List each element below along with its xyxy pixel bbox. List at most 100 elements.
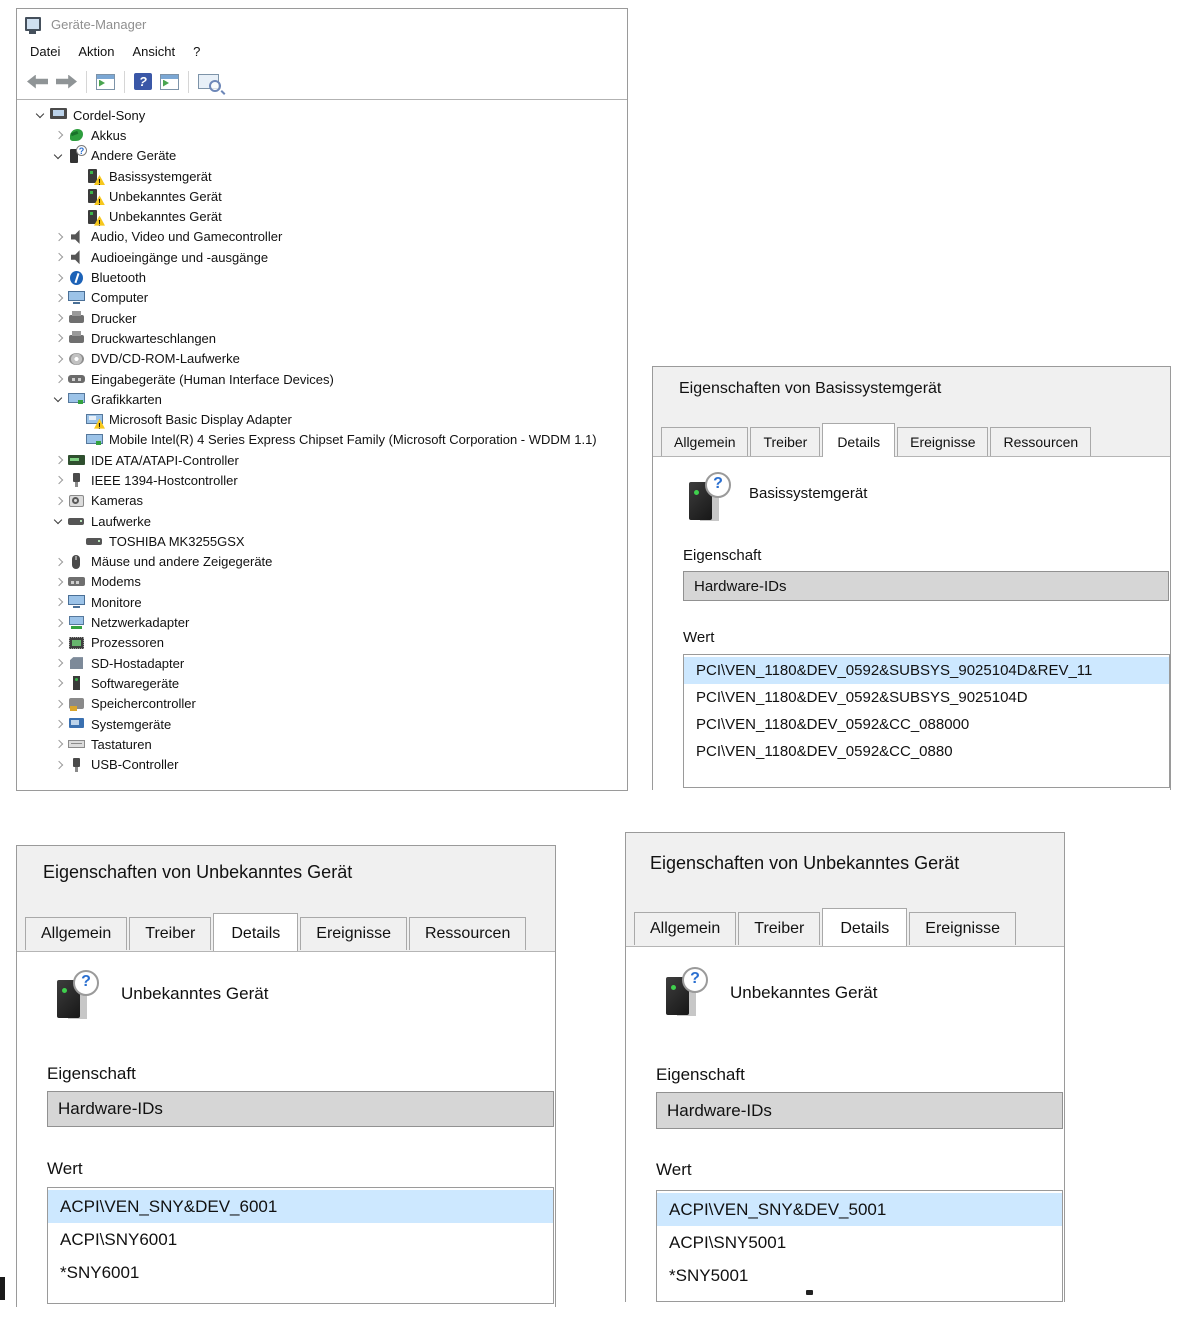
- tree-item[interactable]: Audio, Video und Gamecontroller: [17, 227, 627, 247]
- hardware-id-value[interactable]: PCI\VEN_1180&DEV_0592&SUBSYS_9025104D: [684, 684, 1169, 711]
- tree-item[interactable]: Mäuse und andere Zeigegeräte: [17, 552, 627, 572]
- tab-allgemein[interactable]: Allgemein: [634, 912, 736, 945]
- tab-ressourcen[interactable]: Ressourcen: [990, 427, 1091, 456]
- tab-treiber[interactable]: Treiber: [129, 917, 211, 950]
- menu-item-ansicht[interactable]: Ansicht: [124, 41, 185, 62]
- chevron-right-icon[interactable]: [49, 654, 68, 672]
- tree-item[interactable]: Mobile Intel(R) 4 Series Express Chipset…: [17, 430, 627, 450]
- menu-item-help[interactable]: ?: [184, 41, 209, 62]
- chevron-right-icon[interactable]: [49, 634, 68, 652]
- help-icon[interactable]: [130, 71, 156, 92]
- tree-item[interactable]: Monitore: [17, 592, 627, 612]
- chevron-down-icon[interactable]: [31, 106, 50, 124]
- hardware-id-value[interactable]: PCI\VEN_1180&DEV_0592&CC_0880: [684, 738, 1169, 765]
- chevron-right-icon[interactable]: [49, 492, 68, 510]
- chevron-right-icon[interactable]: [49, 471, 68, 489]
- back-icon[interactable]: [23, 73, 52, 91]
- menu-item-aktion[interactable]: Aktion: [69, 41, 123, 62]
- tab-details[interactable]: Details: [213, 913, 298, 951]
- forward-icon[interactable]: [52, 73, 81, 91]
- printer-icon: [68, 310, 85, 326]
- chevron-right-icon[interactable]: [49, 269, 68, 287]
- console-window-icon[interactable]: [92, 72, 119, 92]
- tree-item-label: Audioeingänge und -ausgänge: [91, 250, 268, 265]
- tree-item[interactable]: Akkus: [17, 125, 627, 145]
- tree-item[interactable]: Unbekanntes Gerät: [17, 206, 627, 226]
- hardware-id-value[interactable]: *SNY6001: [48, 1256, 553, 1289]
- hardware-id-value[interactable]: ACPI\VEN_SNY&DEV_5001: [657, 1193, 1062, 1226]
- property-combobox[interactable]: Hardware-IDs: [47, 1091, 554, 1127]
- chevron-right-icon[interactable]: [49, 248, 68, 266]
- chevron-right-icon[interactable]: [49, 715, 68, 733]
- tab-ereignisse[interactable]: Ereignisse: [897, 427, 988, 456]
- scan-hardware-changes-icon[interactable]: [194, 72, 229, 91]
- chevron-right-icon[interactable]: [49, 695, 68, 713]
- chevron-right-icon[interactable]: [49, 735, 68, 753]
- tree-item[interactable]: Basissystemgerät: [17, 166, 627, 186]
- tree-item[interactable]: Computer: [17, 288, 627, 308]
- chevron-right-icon[interactable]: [49, 126, 68, 144]
- tree-item[interactable]: Grafikkarten: [17, 389, 627, 409]
- property-combobox[interactable]: Hardware-IDs: [683, 571, 1169, 601]
- tree-item[interactable]: Prozessoren: [17, 633, 627, 653]
- tree-item[interactable]: IDE ATA/ATAPI-Controller: [17, 450, 627, 470]
- tree-item[interactable]: SD-Hostadapter: [17, 653, 627, 673]
- tree-item[interactable]: TOSHIBA MK3255GSX: [17, 531, 627, 551]
- tree-item[interactable]: Eingabegeräte (Human Interface Devices): [17, 369, 627, 389]
- chevron-right-icon[interactable]: [49, 451, 68, 469]
- tree-item[interactable]: Microsoft Basic Display Adapter: [17, 409, 627, 429]
- hardware-id-value[interactable]: ACPI\SNY5001: [657, 1226, 1062, 1259]
- tree-item[interactable]: Systemgeräte: [17, 714, 627, 734]
- tree-item[interactable]: Modems: [17, 572, 627, 592]
- hardware-id-value[interactable]: *SNY5001: [657, 1259, 1062, 1292]
- tree-item[interactable]: Kameras: [17, 491, 627, 511]
- hardware-id-value[interactable]: ACPI\SNY6001: [48, 1223, 553, 1256]
- hardware-id-value[interactable]: PCI\VEN_1180&DEV_0592&SUBSYS_9025104D&RE…: [684, 657, 1169, 684]
- chevron-right-icon[interactable]: [49, 593, 68, 611]
- properties-window-icon[interactable]: [156, 72, 183, 92]
- chevron-right-icon[interactable]: [49, 228, 68, 246]
- menu-item-datei[interactable]: Datei: [21, 41, 69, 62]
- tab-allgemein[interactable]: Allgemein: [661, 427, 748, 456]
- chevron-down-icon[interactable]: [49, 512, 68, 530]
- tree-item[interactable]: Laufwerke: [17, 511, 627, 531]
- tree-item[interactable]: USB-Controller: [17, 755, 627, 775]
- tree-item[interactable]: Netzwerkadapter: [17, 612, 627, 632]
- tree-item[interactable]: Drucker: [17, 308, 627, 328]
- chevron-down-icon[interactable]: [49, 147, 68, 165]
- tree-item[interactable]: Speichercontroller: [17, 694, 627, 714]
- chevron-right-icon[interactable]: [49, 329, 68, 347]
- tree-item[interactable]: Cordel-Sony: [17, 105, 627, 125]
- dialog-title: Eigenschaften von Basissystemgerät: [679, 380, 941, 398]
- tab-details[interactable]: Details: [822, 423, 895, 457]
- chevron-right-icon[interactable]: [49, 289, 68, 307]
- chevron-right-icon[interactable]: [49, 674, 68, 692]
- tab-treiber[interactable]: Treiber: [738, 912, 820, 945]
- chevron-right-icon[interactable]: [49, 553, 68, 571]
- tree-item[interactable]: IEEE 1394-Hostcontroller: [17, 470, 627, 490]
- tree-item[interactable]: Tastaturen: [17, 734, 627, 754]
- tab-ereignisse[interactable]: Ereignisse: [300, 917, 407, 950]
- tree-item[interactable]: Andere Geräte: [17, 146, 627, 166]
- hardware-id-value[interactable]: ACPI\VEN_SNY&DEV_6001: [48, 1190, 553, 1223]
- chevron-right-icon[interactable]: [49, 573, 68, 591]
- tree-item[interactable]: Bluetooth: [17, 267, 627, 287]
- chevron-right-icon[interactable]: [49, 309, 68, 327]
- tree-item[interactable]: DVD/CD-ROM-Laufwerke: [17, 349, 627, 369]
- tab-ressourcen[interactable]: Ressourcen: [409, 917, 526, 950]
- chevron-right-icon[interactable]: [49, 756, 68, 774]
- tree-item[interactable]: Softwaregeräte: [17, 673, 627, 693]
- tab-treiber[interactable]: Treiber: [750, 427, 820, 456]
- hardware-id-value[interactable]: PCI\VEN_1180&DEV_0592&CC_088000: [684, 711, 1169, 738]
- tab-details[interactable]: Details: [822, 908, 907, 946]
- property-combobox[interactable]: Hardware-IDs: [656, 1092, 1063, 1129]
- tab-allgemein[interactable]: Allgemein: [25, 917, 127, 950]
- chevron-right-icon[interactable]: [49, 614, 68, 632]
- tree-item[interactable]: Druckwarteschlangen: [17, 328, 627, 348]
- tree-item[interactable]: Unbekanntes Gerät: [17, 186, 627, 206]
- tree-item[interactable]: Audioeingänge und -ausgänge: [17, 247, 627, 267]
- chevron-right-icon[interactable]: [49, 350, 68, 368]
- tab-ereignisse[interactable]: Ereignisse: [909, 912, 1016, 945]
- chevron-down-icon[interactable]: [49, 390, 68, 408]
- chevron-right-icon[interactable]: [49, 370, 68, 388]
